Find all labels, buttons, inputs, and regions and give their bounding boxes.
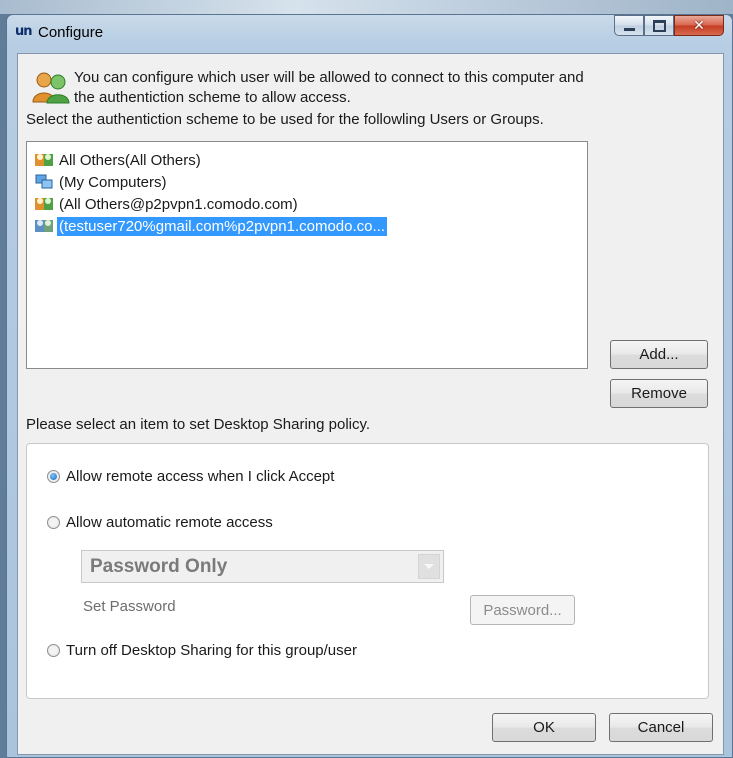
users-group-icon [35, 198, 53, 210]
select-scheme-label: Select the authentiction scheme to be us… [26, 111, 544, 128]
radio-allow-automatic[interactable]: Allow automatic remote access [47, 514, 273, 531]
policy-group: Allow remote access when I click Accept … [26, 443, 709, 699]
minimize-button[interactable] [614, 15, 644, 36]
app-logo-icon: un [15, 24, 33, 39]
list-item[interactable]: (My Computers) [35, 171, 169, 193]
desktop-background [0, 0, 733, 14]
radio-label: Turn off Desktop Sharing for this group/… [66, 642, 357, 659]
list-item[interactable]: All Others(All Others) [35, 149, 203, 171]
users-group-icon [35, 220, 53, 232]
list-item-label: (All Others@p2pvpn1.comodo.com) [59, 195, 298, 213]
radio-allow-accept[interactable]: Allow remote access when I click Accept [47, 468, 334, 485]
radio-label: Allow remote access when I click Accept [66, 468, 335, 485]
radio-label: Allow automatic remote access [66, 514, 273, 531]
close-button[interactable]: ✕ [674, 15, 724, 36]
add-button[interactable]: Add... [610, 340, 708, 369]
users-icon [32, 72, 70, 104]
radio-turn-off-sharing[interactable]: Turn off Desktop Sharing for this group/… [47, 642, 357, 659]
title-bar[interactable]: un Configure ✕ [7, 15, 732, 49]
window-title: Configure [38, 24, 104, 41]
cancel-button[interactable]: Cancel [609, 713, 713, 742]
computers-icon [35, 174, 53, 189]
list-item-selected[interactable]: (testuser720%gmail.com%p2pvpn1.comodo.co… [35, 215, 388, 237]
auth-scheme-dropdown[interactable]: Password Only [81, 550, 444, 583]
minimize-icon [623, 27, 635, 31]
intro-line-2: the authentiction scheme to allow access… [74, 89, 351, 106]
list-item-label: (My Computers) [59, 173, 167, 191]
close-icon: ✕ [693, 17, 705, 34]
radio-button[interactable] [47, 644, 60, 657]
list-item-label: (testuser720%gmail.com%p2pvpn1.comodo.co… [57, 216, 388, 236]
dialog-body: You can configure which user will be all… [17, 53, 724, 755]
dropdown-value: Password Only [90, 556, 228, 577]
radio-button[interactable] [47, 516, 60, 529]
intro-line-1: You can configure which user will be all… [74, 69, 584, 86]
maximize-button[interactable] [644, 15, 674, 36]
maximize-icon [652, 19, 666, 32]
users-group-icon [35, 154, 53, 166]
list-item-label: All Others(All Others) [59, 151, 201, 169]
set-password-label: Set Password [83, 598, 176, 615]
remove-button[interactable]: Remove [610, 379, 708, 408]
window-controls: ✕ [614, 15, 724, 37]
user-group-list[interactable]: All Others(All Others) (My Computers) (A… [26, 141, 588, 369]
configure-dialog: un Configure ✕ You can configure which u… [6, 14, 733, 758]
intro-text: You can configure which user will be all… [74, 68, 714, 108]
password-button[interactable]: Password... [470, 595, 575, 625]
ok-button[interactable]: OK [492, 713, 596, 742]
chevron-down-icon[interactable] [418, 554, 440, 579]
radio-button-checked[interactable] [47, 470, 60, 483]
policy-label: Please select an item to set Desktop Sha… [26, 416, 371, 433]
list-item[interactable]: (All Others@p2pvpn1.comodo.com) [35, 193, 300, 215]
